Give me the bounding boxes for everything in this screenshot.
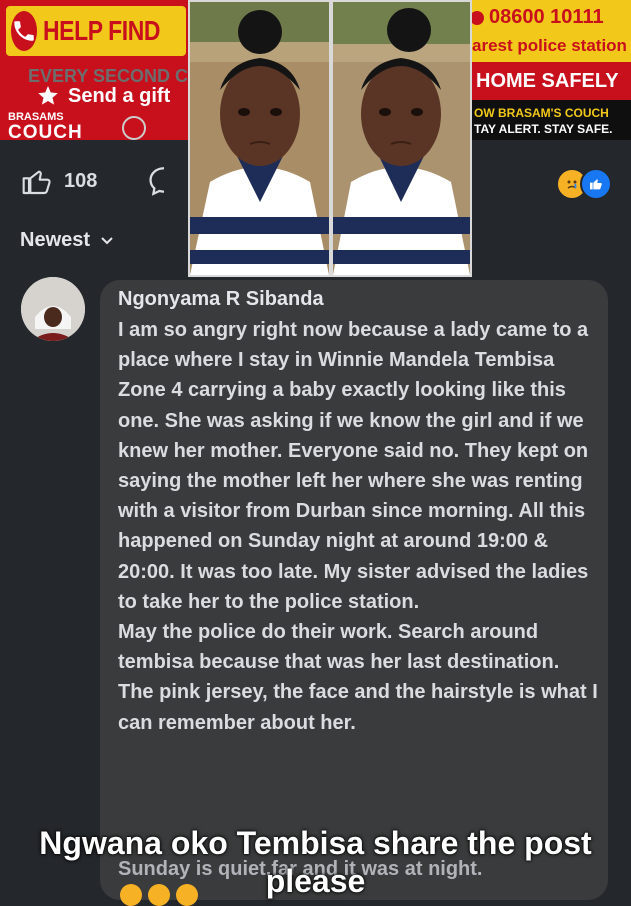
hotline: 08600 10111 bbox=[470, 6, 604, 29]
overlay-caption: Ngwana oko Tembisa share the post please bbox=[39, 825, 592, 899]
brand-main-text: COUCH bbox=[8, 122, 83, 140]
comment-icon bbox=[149, 167, 165, 196]
comment-text: I am so angry right now because a lady c… bbox=[118, 319, 598, 734]
help-find-title: HELP FIND bbox=[43, 15, 161, 46]
avatar[interactable] bbox=[21, 277, 85, 341]
help-find-box: HELP FIND bbox=[6, 6, 186, 56]
comment-author[interactable]: Ngonyama R Sibanda bbox=[118, 288, 324, 311]
child-photo-2[interactable] bbox=[331, 0, 472, 277]
follow-text: OW BRASAM'S COUCH bbox=[474, 106, 609, 120]
sort-label: Newest bbox=[20, 229, 91, 251]
chevron-down-icon bbox=[101, 236, 113, 244]
comment-button[interactable] bbox=[146, 164, 182, 203]
thumbs-up-icon bbox=[22, 170, 51, 195]
comment-sort-dropdown[interactable]: Newest bbox=[20, 229, 114, 252]
hotline-number: 08600 10111 bbox=[489, 6, 604, 28]
home-safely-text: HOME SAFELY bbox=[470, 62, 631, 100]
like-button[interactable]: 108 bbox=[20, 165, 97, 197]
menu-icon[interactable] bbox=[122, 116, 146, 140]
brasams-couch-logo: BRASAMS COUCH bbox=[8, 112, 83, 141]
like-count: 108 bbox=[64, 169, 98, 192]
child-photo-1[interactable] bbox=[188, 0, 331, 277]
gift-star-icon bbox=[38, 86, 58, 105]
police-station-text: arest police station bbox=[472, 36, 627, 55]
banner-right-panel: 08600 10111 arest police station HOME SA… bbox=[470, 0, 631, 140]
like-reaction-icon bbox=[580, 168, 612, 200]
phone-dot-icon bbox=[470, 10, 484, 25]
send-gift-button[interactable]: Send a gift bbox=[36, 84, 170, 108]
phone-icon bbox=[11, 11, 38, 51]
send-gift-label: Send a gift bbox=[68, 84, 171, 107]
stay-alert-text: TAY ALERT. STAY SAFE. bbox=[474, 122, 613, 136]
reaction-summary[interactable] bbox=[556, 168, 612, 200]
